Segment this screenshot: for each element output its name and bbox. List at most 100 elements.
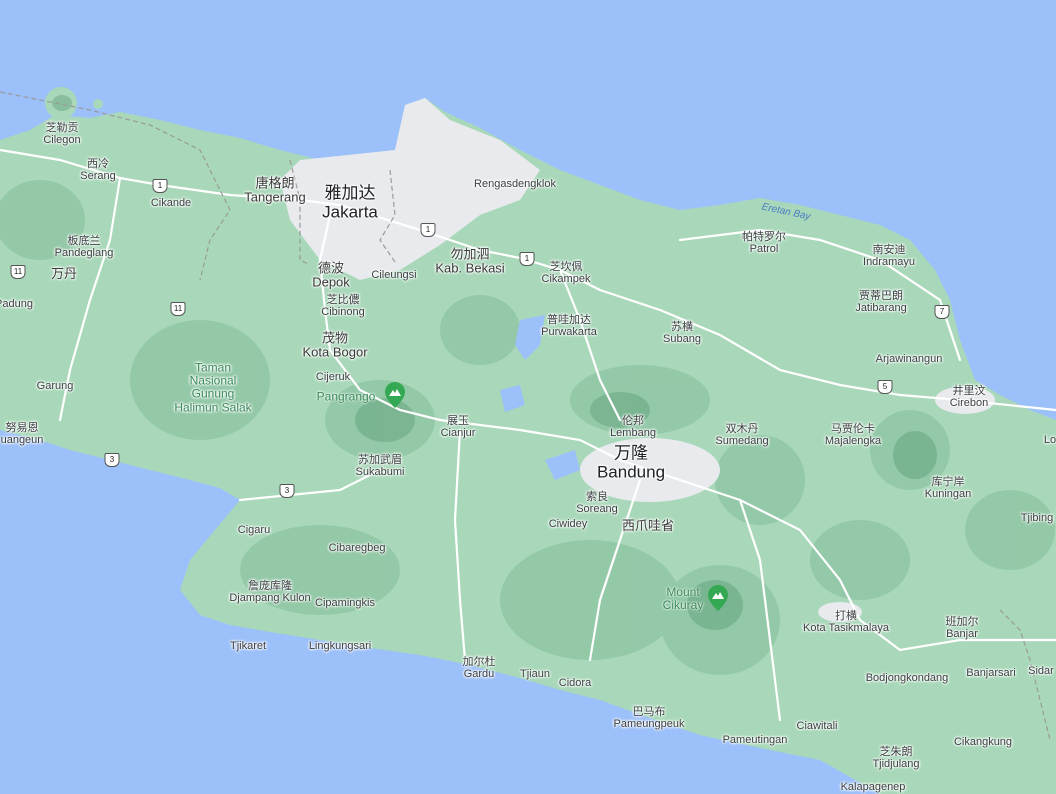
place-label-lo[interactable]: Lo	[1044, 434, 1056, 446]
place-name-latin: Arjawinangun	[875, 352, 943, 365]
place-label-soreang[interactable]: 索良 Soreang	[576, 491, 618, 515]
place-name-local: 西冷	[86, 157, 109, 170]
place-name-latin: Cileungsi	[371, 268, 417, 281]
place-label-lembang[interactable]: 伦邦 Lembang	[610, 415, 656, 439]
place-label-majalengka[interactable]: 马贾伦卡 Majalengka	[825, 423, 881, 447]
park-line: Gunung	[191, 387, 235, 401]
place-label-cilegon[interactable]: 芝勒贡 Cilegon	[43, 122, 80, 146]
place-label-westjava[interactable]: 西爪哇省	[622, 518, 674, 533]
place-label-lingkungsari[interactable]: Lingkungsari	[309, 640, 371, 652]
place-name-local: 打横	[834, 609, 857, 622]
place-name-latin: Subang	[663, 333, 701, 345]
place-name-latin: Cikampek	[541, 273, 591, 285]
place-label-cirebon[interactable]: 井里汶 Cirebon	[950, 385, 989, 409]
national-park-label[interactable]: Taman Nasional Gunung Halimun Salak	[174, 361, 252, 415]
place-label-cikangkung[interactable]: Cikangkung	[954, 736, 1012, 748]
mountain-pin-icon[interactable]	[385, 382, 405, 408]
place-label-cipamingkis[interactable]: Cipamingkis	[315, 597, 375, 609]
place-label-pandeglang[interactable]: 板底兰 Pandeglang	[55, 235, 114, 259]
place-name-latin: Lingkungsari	[308, 639, 372, 652]
place-name-local: 帕特罗尔	[742, 230, 786, 243]
place-name-local: 芝坎佩	[549, 260, 583, 273]
place-label-bogor[interactable]: 茂物 Kota Bogor	[302, 331, 367, 361]
place-name-local: 贾蒂巴朗	[859, 289, 903, 302]
place-label-krangeun[interactable]: 努易恩 uangeun	[1, 422, 44, 446]
place-name-latin: Cikande	[150, 196, 192, 209]
place-label-jatibarang[interactable]: 贾蒂巴朗 Jatibarang	[855, 290, 906, 314]
place-label-tangerang[interactable]: 唐格朗 Tangerang	[244, 176, 305, 206]
place-label-cijeruk[interactable]: Cijeruk	[316, 371, 350, 383]
place-name-latin: Cilegon	[43, 134, 81, 146]
place-label-kalapagenep[interactable]: Kalapagenep	[841, 781, 906, 793]
place-label-tjidjulang[interactable]: 芝朱朗 Tjidjulang	[872, 746, 919, 770]
place-name-latin: Djampang Kulon	[229, 592, 311, 604]
place-label-labuan[interactable]: Padung	[0, 298, 33, 310]
place-label-cibinong[interactable]: 芝比儂 Cibinong	[321, 294, 364, 318]
place-name-latin: Soreang	[576, 503, 618, 515]
place-label-garung[interactable]: Garung	[37, 380, 74, 392]
place-label-cidora[interactable]: Cidora	[559, 677, 591, 689]
place-label-cianjur[interactable]: 展玉 Cianjur	[441, 415, 476, 439]
peak-label-pangrango[interactable]: Pangrango	[317, 390, 376, 403]
place-label-djampang[interactable]: 詹庞库隆 Djampang Kulon	[229, 580, 310, 604]
place-label-jakarta[interactable]: 雅加达 Jakarta	[322, 184, 378, 221]
place-name-latin: Cijeruk	[315, 370, 351, 383]
place-label-cileungsi[interactable]: Cileungsi	[371, 269, 416, 281]
island-small	[93, 99, 103, 109]
place-label-sidar[interactable]: Sidar	[1028, 665, 1054, 677]
place-name-local: 苏横	[671, 320, 693, 333]
place-label-cibaregbeg[interactable]: Cibaregbeg	[329, 542, 386, 554]
place-label-sukabumi[interactable]: 苏加武眉 Sukabumi	[356, 454, 405, 478]
map-canvas[interactable]: 芝勒贡 Cilegon 西冷 Serang Cikande 板底兰 Pandeglang 万丹…	[0, 0, 1056, 794]
place-label-kuningan[interactable]: 库宁岸 Kuningan	[925, 476, 972, 500]
place-label-depok[interactable]: 德波 Depok	[312, 261, 350, 291]
place-label-banjar[interactable]: 班加尔 Banjar	[946, 616, 979, 640]
place-label-gardu[interactable]: 加尔杜 Gardu	[463, 656, 496, 680]
peak-label-cikuray[interactable]: Mount Cikuray	[662, 585, 704, 612]
mountain-pin-icon[interactable]	[708, 585, 728, 611]
place-label-cikampek[interactable]: 芝坎佩 Cikampek	[542, 261, 591, 285]
place-label-tasikmalaya[interactable]: 打横 Kota Tasikmalaya	[803, 610, 889, 634]
place-label-ciwidey[interactable]: Ciwidey	[549, 518, 588, 530]
highway-shield-icon: 1	[152, 179, 168, 193]
place-label-purwakarta[interactable]: 普哇加达 Purwakarta	[541, 314, 597, 338]
place-label-arjawinangun[interactable]: Arjawinangun	[876, 353, 943, 365]
place-label-serang[interactable]: 西冷 Serang	[80, 158, 115, 182]
place-name-latin: Kuningan	[924, 488, 972, 500]
place-label-tjikaret[interactable]: Tjikaret	[230, 640, 266, 652]
place-name-latin: Cipamingkis	[315, 596, 375, 609]
place-name-latin: Cirebon	[949, 397, 989, 409]
place-label-bodjongkondang[interactable]: Bodjongkondang	[866, 672, 949, 684]
place-label-tjibing[interactable]: Tjibing	[1021, 512, 1053, 524]
place-label-banten[interactable]: 万丹	[51, 266, 77, 281]
place-label-cikande[interactable]: Cikande	[151, 197, 191, 209]
place-name-latin: Banjar	[946, 628, 978, 640]
place-name-latin: Ciawitali	[796, 719, 838, 732]
place-name-latin: Majalengka	[824, 435, 882, 447]
place-name-latin: Indramayu	[863, 256, 915, 268]
place-label-cigaru[interactable]: Cigaru	[238, 524, 270, 536]
place-name-local: 班加尔	[945, 615, 979, 628]
place-name-latin: Cibinong	[321, 306, 365, 318]
park-line: Halimun Salak	[174, 400, 252, 415]
place-label-patrol[interactable]: 帕特罗尔 Patrol	[742, 231, 786, 255]
highway-shield-icon: 11	[170, 302, 186, 316]
place-label-tjiaun[interactable]: Tjiaun	[520, 668, 550, 680]
place-name-latin: Ciwidey	[548, 517, 588, 530]
place-label-ciawitali[interactable]: Ciawitali	[797, 720, 838, 732]
place-label-sumedang[interactable]: 双木丹 Sumedang	[715, 423, 768, 447]
place-name-latin: Bandung	[596, 462, 666, 481]
place-label-bandung[interactable]: 万隆 Bandung	[597, 444, 665, 481]
place-label-subang[interactable]: 苏横 Subang	[663, 321, 701, 345]
place-label-rengasdengklok[interactable]: Rengasdengklok	[474, 178, 556, 190]
place-name-latin: Lembang	[610, 427, 656, 439]
place-label-banjarsari[interactable]: Banjarsari	[966, 667, 1016, 679]
place-label-pameungpeuk[interactable]: 巴马布 Pameungpeuk	[614, 706, 685, 730]
place-label-indramayu[interactable]: 南安迪 Indramayu	[863, 244, 915, 268]
place-label-bekasi[interactable]: 勿加泗 Kab. Bekasi	[435, 247, 504, 277]
place-name-local: 马贾伦卡	[830, 422, 875, 435]
peak-label-text: Cikuray	[662, 598, 704, 612]
place-name-latin: Cidora	[558, 676, 592, 689]
place-label-pameutingan[interactable]: Pameutingan	[723, 734, 788, 746]
place-name-local: 芝比儂	[326, 293, 360, 306]
